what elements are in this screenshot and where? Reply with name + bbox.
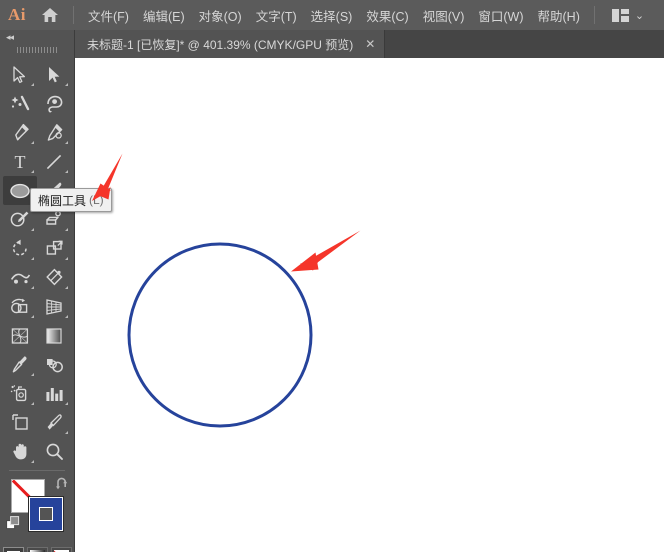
eyedropper-tool[interactable] [3, 350, 37, 379]
rotate-tool[interactable] [3, 234, 37, 263]
artboard-canvas[interactable] [75, 58, 664, 552]
canvas-artwork [127, 242, 313, 428]
tool-group-indicator [31, 315, 34, 318]
shape-builder-tool[interactable] [3, 292, 37, 321]
paint-mode-buttons [0, 547, 74, 552]
document-tab[interactable]: 未标题-1 [已恢复]* @ 401.39% (CMYK/GPU 预览) ✕ [75, 30, 386, 58]
line-segment-tool[interactable] [37, 147, 71, 176]
perspective-grid-tool[interactable] [37, 292, 71, 321]
selection-tool[interactable] [3, 60, 37, 89]
tool-group-indicator [65, 257, 68, 260]
svg-text:T: T [15, 153, 26, 171]
menu-item-select[interactable]: 选择(S) [304, 2, 360, 29]
tool-group-indicator [65, 228, 68, 231]
pen-tool[interactable] [3, 118, 37, 147]
tool-group-indicator [65, 170, 68, 173]
collapse-panel-button[interactable]: ◂◂ [0, 30, 74, 44]
menu-bar: Ai 文件(F) 编辑(E) 对象(O) 文字(T) 选择(S) 效果(C) 视… [0, 0, 664, 30]
zoom-tool[interactable] [37, 437, 71, 466]
workspace-layout-icon [611, 8, 629, 22]
tool-group-indicator [31, 141, 34, 144]
free-transform-tool[interactable] [37, 263, 71, 292]
stroke-swatch[interactable] [29, 497, 63, 531]
menu-item-window[interactable]: 窗口(W) [471, 2, 530, 29]
tool-group-indicator [65, 83, 68, 86]
color-mode-button[interactable] [2, 547, 24, 552]
stroke-swatch-inner [39, 507, 53, 521]
tools-divider [9, 470, 65, 471]
tool-group-indicator [31, 286, 34, 289]
direct-selection-tool[interactable] [37, 60, 71, 89]
menu-item-file[interactable]: 文件(F) [81, 2, 136, 29]
document-tab-title: 未标题-1 [已恢复]* @ 401.39% (CMYK/GPU 预览) [87, 37, 354, 52]
column-graph-tool[interactable] [37, 379, 71, 408]
menu-items: 文件(F) 编辑(E) 对象(O) 文字(T) 选择(S) 效果(C) 视图(V… [81, 2, 587, 29]
artboard-tool[interactable] [3, 408, 37, 437]
tool-group-indicator [31, 460, 34, 463]
tool-group-indicator [65, 402, 68, 405]
fill-stroke-controls [0, 475, 75, 541]
menu-item-help[interactable]: 帮助(H) [531, 2, 587, 29]
type-tool[interactable]: T [3, 147, 37, 176]
workspace-switcher[interactable]: ⌄ [611, 8, 645, 22]
tool-group-indicator [65, 315, 68, 318]
lasso-tool[interactable] [37, 89, 71, 118]
hand-tool[interactable] [3, 437, 37, 466]
gradient-tool[interactable] [37, 321, 71, 350]
close-icon[interactable]: ✕ [365, 38, 375, 50]
symbol-sprayer-tool[interactable] [3, 379, 37, 408]
tooltip-label: 椭圆工具 [38, 193, 87, 208]
default-fill-stroke-icon[interactable] [6, 516, 20, 530]
app-logo: Ai [8, 5, 26, 24]
tool-group-indicator [65, 286, 68, 289]
menu-item-view[interactable]: 视图(V) [416, 2, 472, 29]
tool-group-indicator [31, 83, 34, 86]
panel-drag-handle[interactable] [0, 44, 74, 56]
width-tool[interactable] [3, 263, 37, 292]
tool-group-indicator [31, 373, 34, 376]
chevron-down-icon: ⌄ [634, 9, 645, 22]
illustrator-window: Ai 文件(F) 编辑(E) 对象(O) 文字(T) 选择(S) 效果(C) 视… [0, 0, 664, 552]
tools-panel: ◂◂ T [0, 30, 75, 552]
curvature-tool[interactable] [37, 118, 71, 147]
tool-group-indicator [31, 257, 34, 260]
tool-group-indicator [65, 141, 68, 144]
swap-fill-stroke-icon[interactable] [55, 477, 69, 491]
menu-item-edit[interactable]: 编辑(E) [136, 2, 192, 29]
tool-grid: T [0, 60, 74, 466]
tool-group-indicator [31, 170, 34, 173]
none-mode-button[interactable] [50, 547, 72, 552]
mesh-tool[interactable] [3, 321, 37, 350]
blend-tool[interactable] [37, 350, 71, 379]
menu-item-object[interactable]: 对象(O) [192, 2, 249, 29]
magic-wand-tool[interactable] [3, 89, 37, 118]
menu-divider-2 [593, 6, 595, 24]
gradient-mode-button[interactable] [26, 547, 48, 552]
tool-group-indicator [31, 402, 34, 405]
menu-item-effect[interactable]: 效果(C) [359, 2, 415, 29]
tool-group-indicator [31, 228, 34, 231]
menu-divider-1 [73, 6, 74, 24]
home-icon[interactable] [34, 7, 66, 23]
slice-tool[interactable] [37, 408, 71, 437]
document-tab-bar: 未标题-1 [已恢复]* @ 401.39% (CMYK/GPU 预览) ✕ [0, 30, 664, 58]
ellipse-shape [127, 242, 313, 428]
tool-group-indicator [65, 431, 68, 434]
scale-tool[interactable] [37, 234, 71, 263]
tool-tooltip: 椭圆工具 (L) [30, 188, 112, 212]
tooltip-shortcut: (L) [89, 193, 104, 207]
menu-item-type[interactable]: 文字(T) [249, 2, 304, 29]
